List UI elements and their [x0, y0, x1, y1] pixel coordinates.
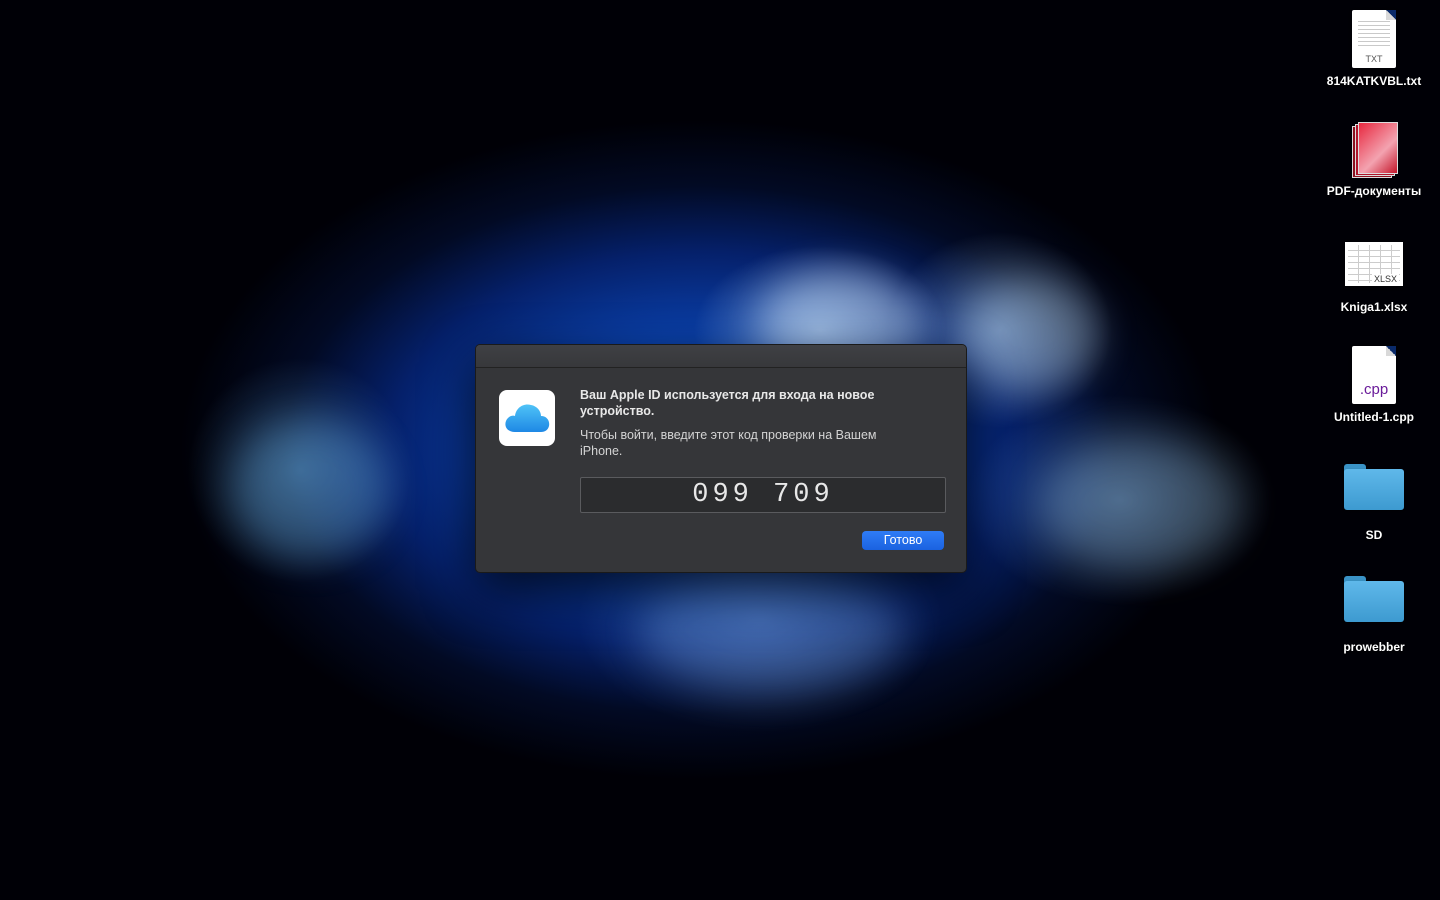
cpp-file-icon: .cpp: [1352, 346, 1396, 404]
wallpaper-cloud: [230, 420, 390, 560]
done-button[interactable]: Готово: [862, 531, 944, 550]
desktop-icon-pdf-documents[interactable]: PDF-документы: [1318, 122, 1430, 198]
pdf-documents-icon: [1352, 122, 1398, 178]
file-extension-label: .cpp: [1359, 381, 1389, 398]
desktop-icon-folder-sd[interactable]: SD: [1318, 464, 1430, 542]
verification-code-field[interactable]: 099 709: [580, 477, 946, 513]
desktop-icon-label: PDF-документы: [1326, 184, 1422, 198]
dialog-title: Ваш Apple ID используется для входа на н…: [580, 388, 875, 418]
folder-icon: [1344, 464, 1404, 510]
wallpaper-cloud: [1040, 440, 1240, 570]
desktop-icon-label: Kniga1.xlsx: [1340, 300, 1408, 314]
desktop-icon-label: prowebber: [1343, 640, 1405, 654]
txt-file-icon: TXT: [1352, 10, 1396, 68]
file-extension-label: TXT: [1365, 54, 1383, 64]
apple-id-verification-dialog: Ваш Apple ID используется для входа на н…: [475, 344, 967, 573]
desktop: TXT 814KATKVBL.txt PDF-документы XLSX Kn…: [0, 0, 1440, 900]
desktop-icon-folder-prowebber[interactable]: prowebber: [1318, 576, 1430, 654]
file-extension-label: XLSX: [1371, 274, 1399, 284]
desktop-icon-label: Untitled-1.cpp: [1334, 410, 1414, 424]
desktop-icon-cpp[interactable]: .cpp Untitled-1.cpp: [1318, 346, 1430, 424]
desktop-icon-txt[interactable]: TXT 814KATKVBL.txt: [1318, 10, 1430, 88]
desktop-icon-label: 814KATKVBL.txt: [1326, 74, 1422, 88]
desktop-icon-xlsx[interactable]: XLSX Kniga1.xlsx: [1318, 236, 1430, 314]
dialog-titlebar[interactable]: [476, 345, 966, 368]
folder-icon: [1344, 576, 1404, 622]
wallpaper-cloud: [960, 280, 1100, 390]
dialog-message: Чтобы войти, введите этот код проверки н…: [580, 428, 877, 458]
xlsx-file-icon: XLSX: [1345, 242, 1403, 286]
desktop-icon-label: SD: [1365, 528, 1383, 542]
wallpaper-cloud: [640, 570, 900, 690]
icloud-icon: [499, 390, 555, 446]
